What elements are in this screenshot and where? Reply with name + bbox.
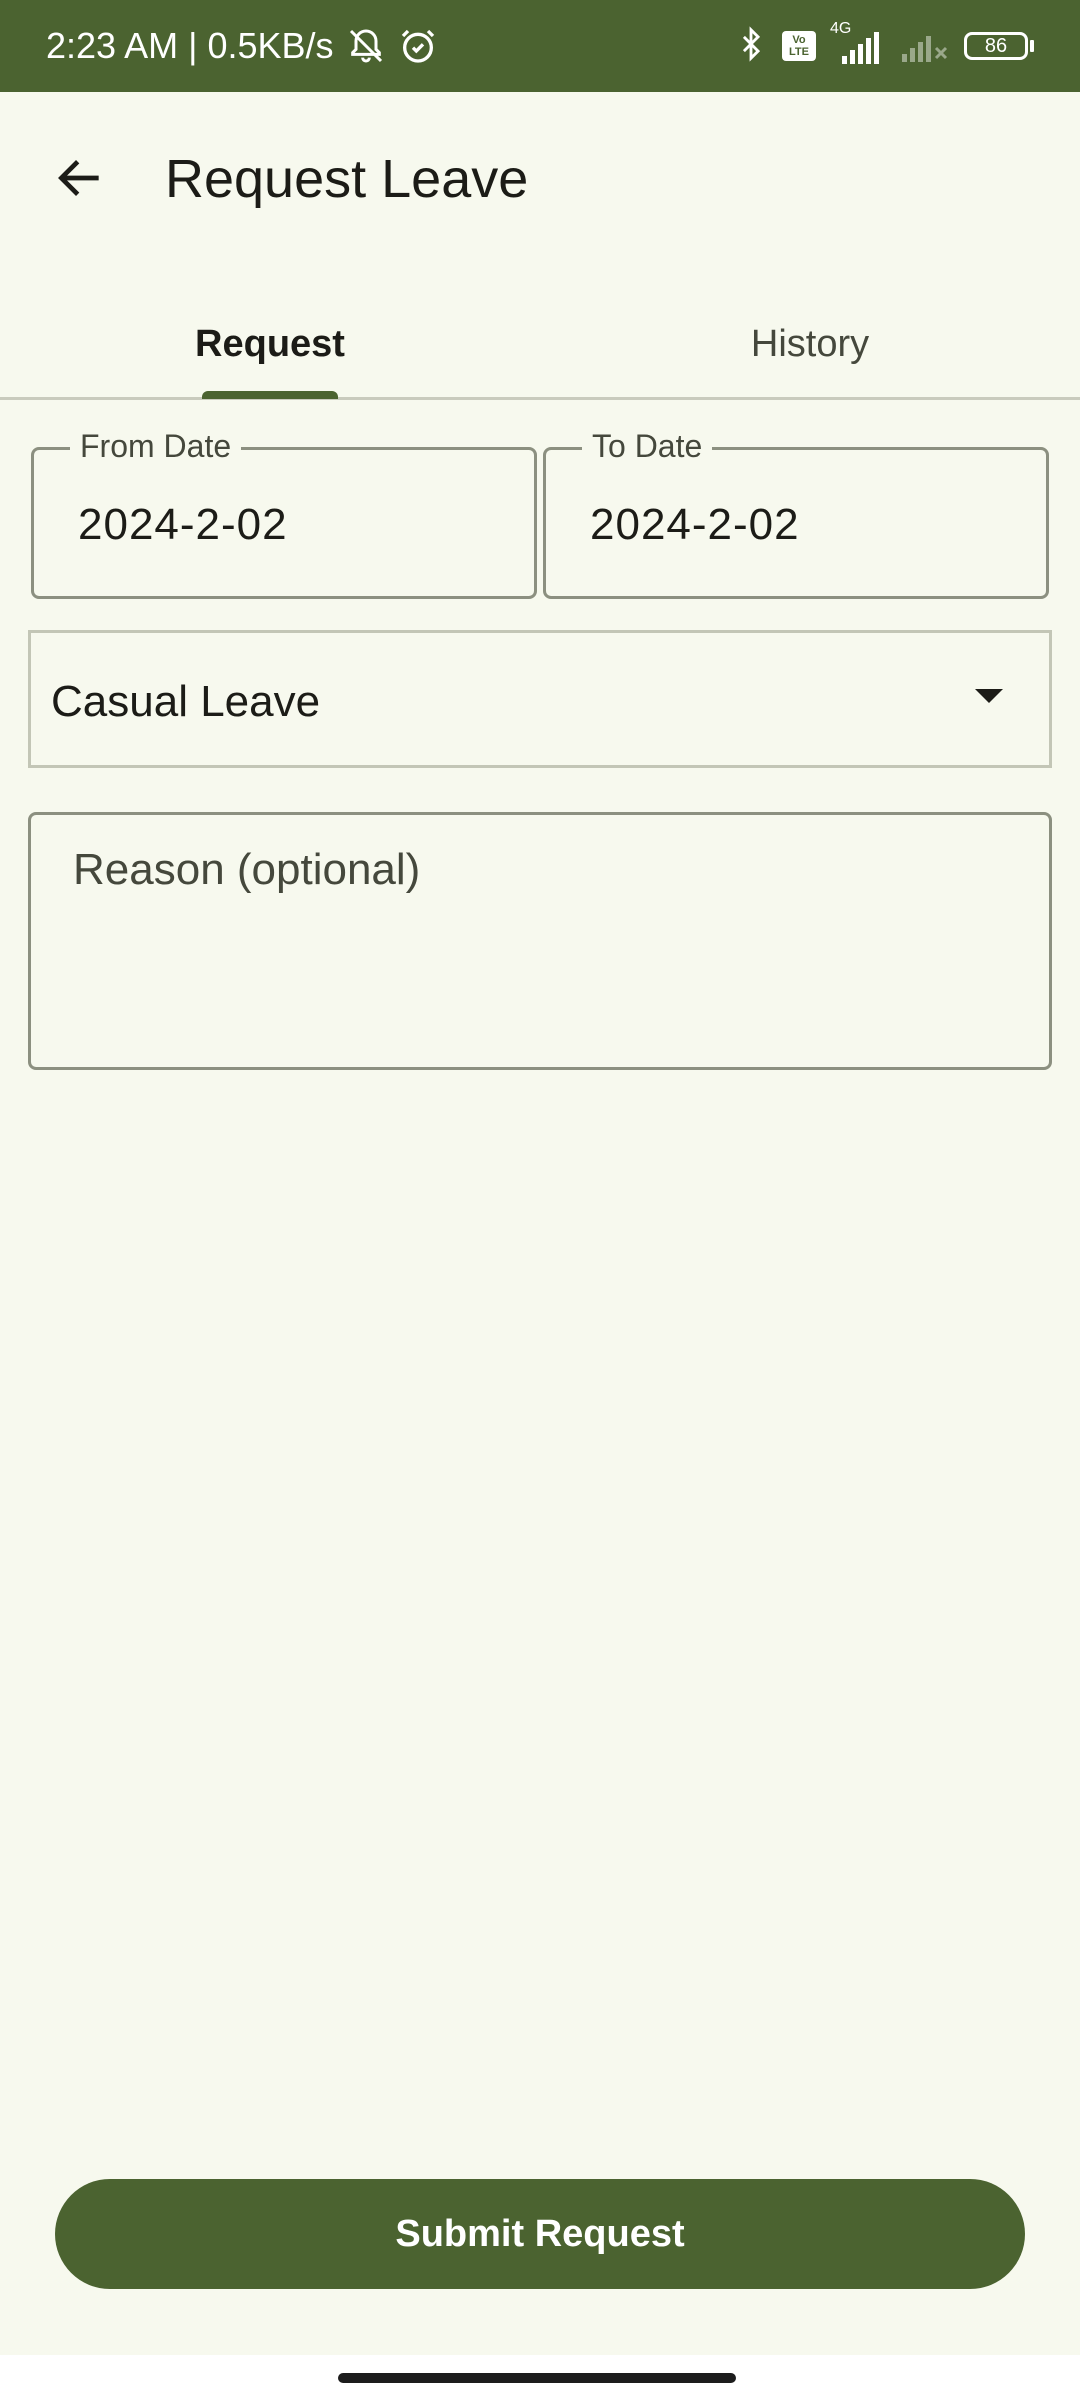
home-indicator[interactable] [338,2373,736,2383]
network-type-label: 4G [830,20,852,37]
app-bar: Request Leave [0,92,1080,272]
battery-icon: 86 [964,32,1034,60]
bluetooth-icon [734,24,768,69]
chevron-down-icon [975,689,1003,703]
leave-type-value: Casual Leave [51,677,321,726]
from-date-label: From Date [70,428,242,465]
page-title: Request Leave [165,149,529,209]
signal-off-icon [900,24,950,69]
volte-line1: Vo [792,34,806,46]
submit-request-button[interactable]: Submit Request [55,2179,1025,2289]
tab-history[interactable]: History [540,290,1080,398]
battery-level: 86 [964,32,1028,60]
from-date-value: 2024-2-02 [78,500,288,549]
battery-tip [1030,40,1034,52]
tab-indicator [202,391,338,399]
reason-field[interactable] [28,812,1052,1070]
to-date-field[interactable]: To Date 2024-2-02 [543,428,1049,599]
to-date-label: To Date [582,428,713,465]
tab-request[interactable]: Request [0,290,540,398]
volte-line2: LTE [789,46,809,58]
reason-input[interactable] [31,815,1049,1067]
to-date-value: 2024-2-02 [590,500,800,549]
volte-icon: Vo LTE [782,31,816,61]
back-button[interactable] [44,144,116,216]
arrow-left-icon [52,150,108,211]
from-date-field[interactable]: From Date 2024-2-02 [31,428,537,599]
mute-bell-icon [346,26,386,66]
status-right: Vo LTE 4G 86 [734,20,1034,69]
tab-bar: Request History [0,290,1080,400]
alarm-icon [398,26,438,66]
signal-icon: 4G [830,20,886,66]
status-left: 2:23 AM | 0.5KB/s [46,25,438,67]
leave-type-dropdown[interactable]: Casual Leave [28,630,1052,768]
status-time: 2:23 AM | 0.5KB/s [46,25,334,66]
status-bar: 2:23 AM | 0.5KB/s Vo LTE 4G 86 [0,0,1080,92]
